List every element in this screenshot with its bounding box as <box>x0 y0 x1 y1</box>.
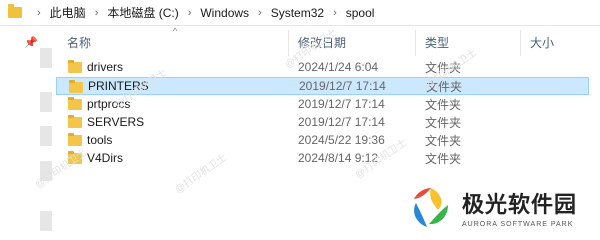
file-date: 2024/1/24 6:04 <box>298 60 379 74</box>
address-bar[interactable]: › 此电脑 › 本地磁盘 (C:) › Windows › System32 ›… <box>0 0 600 26</box>
nav-item[interactable] <box>40 211 52 231</box>
chevron-right-icon[interactable]: › <box>37 7 41 19</box>
chevron-right-icon[interactable]: › <box>258 7 262 19</box>
nav-item[interactable] <box>40 126 52 146</box>
chevron-right-icon[interactable]: › <box>188 7 192 19</box>
column-divider[interactable] <box>520 30 521 56</box>
pin-icon[interactable]: 📌 <box>24 36 38 49</box>
breadcrumb-windows[interactable]: Windows <box>200 6 249 20</box>
file-name: PRINTERS <box>88 79 149 93</box>
file-date: 2024/8/14 9:12 <box>298 151 379 165</box>
column-headers: ^ 名称 修改日期 类型 大小 <box>56 26 600 58</box>
folder-icon <box>68 97 82 110</box>
file-date: 2019/12/7 17:14 <box>299 79 386 93</box>
logo-subtitle: AURORA SOFTWARE PARK <box>462 221 574 228</box>
folder-icon <box>68 60 82 73</box>
file-row-drivers[interactable]: drivers 2024/1/24 6:04 文件夹 <box>56 58 589 76</box>
column-header-type[interactable]: 类型 <box>425 26 449 58</box>
file-date: 2019/12/7 17:14 <box>298 115 385 129</box>
chevron-right-icon[interactable]: › <box>333 7 337 19</box>
file-type: 文件夹 <box>425 133 462 148</box>
file-type: 文件夹 <box>425 115 462 130</box>
file-name: tools <box>87 133 113 147</box>
file-date: 2019/12/7 17:14 <box>298 97 385 111</box>
file-name: prtprocs <box>87 97 131 111</box>
column-header-name[interactable]: 名称 <box>67 26 91 58</box>
folder-icon <box>68 115 82 128</box>
breadcrumb-spool[interactable]: spool <box>346 6 375 20</box>
column-header-date[interactable]: 修改日期 <box>298 26 346 58</box>
file-row-printers[interactable]: PRINTERS 2019/12/7 17:14 文件夹 <box>56 77 589 95</box>
file-row-v4dirs[interactable]: V4Dirs 2024/8/14 9:12 文件夹 <box>56 149 589 167</box>
logo-title: 极光软件园 <box>462 192 578 217</box>
column-header-size[interactable]: 大小 <box>530 26 554 58</box>
aurora-logo-icon <box>408 185 454 231</box>
file-type: 文件夹 <box>426 79 463 94</box>
nav-item[interactable] <box>40 161 52 181</box>
navigation-pane: 📌 <box>0 26 52 235</box>
folder-icon <box>68 133 82 146</box>
file-name: V4Dirs <box>87 151 124 165</box>
nav-item[interactable] <box>40 92 52 112</box>
file-type: 文件夹 <box>425 60 462 75</box>
file-type: 文件夹 <box>425 97 462 112</box>
file-row-servers[interactable]: SERVERS 2019/12/7 17:14 文件夹 <box>56 113 589 131</box>
file-row-prtprocs[interactable]: prtprocs 2019/12/7 17:14 文件夹 <box>56 95 589 113</box>
chevron-right-icon[interactable]: › <box>95 7 99 19</box>
file-date: 2024/5/22 19:36 <box>298 133 385 147</box>
folder-icon <box>69 80 83 93</box>
file-name: drivers <box>87 60 124 74</box>
file-row-tools[interactable]: tools 2024/5/22 19:36 文件夹 <box>56 131 589 149</box>
site-logo: 极光软件园 AURORA SOFTWARE PARK <box>408 180 600 235</box>
folder-icon <box>68 151 82 164</box>
sort-up-icon: ^ <box>173 26 178 36</box>
file-name: SERVERS <box>87 115 145 129</box>
breadcrumb-system32[interactable]: System32 <box>271 6 324 20</box>
column-divider[interactable] <box>415 30 416 56</box>
folder-icon <box>8 4 22 18</box>
breadcrumb-this-pc[interactable]: 此电脑 <box>50 4 86 21</box>
breadcrumb: › 此电脑 › 本地磁盘 (C:) › Windows › System32 ›… <box>28 0 374 26</box>
nav-item[interactable] <box>40 48 52 68</box>
column-divider[interactable] <box>288 30 289 56</box>
file-type: 文件夹 <box>425 151 462 166</box>
breadcrumb-local-disk[interactable]: 本地磁盘 (C:) <box>107 4 178 21</box>
